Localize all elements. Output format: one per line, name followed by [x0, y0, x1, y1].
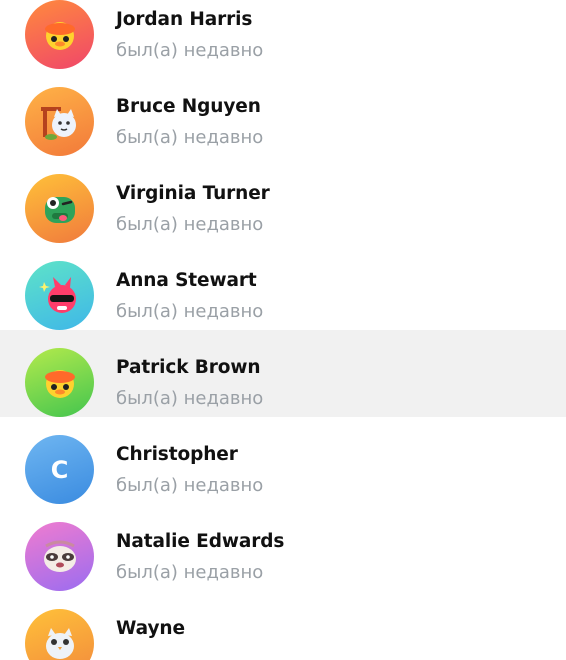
contact-row[interactable]: C Christopher был(а) недавно — [0, 417, 566, 504]
contact-row[interactable]: Wayne — [0, 591, 566, 660]
avatar: C — [25, 435, 94, 504]
avatar — [25, 261, 94, 330]
contact-name: Christopher — [116, 444, 238, 465]
raccoon-sticker-icon — [43, 540, 76, 572]
frog-sticker-icon — [44, 196, 75, 223]
avatar — [25, 174, 94, 243]
contact-name: Anna Stewart — [116, 270, 257, 291]
contact-row[interactable]: Jordan Harris был(а) недавно — [0, 0, 566, 69]
contact-row[interactable]: Anna Stewart был(а) недавно — [0, 243, 566, 330]
duck-sticker-icon — [44, 369, 75, 398]
avatar — [25, 0, 94, 69]
avatar — [25, 522, 94, 591]
contact-status: был(а) недавно — [116, 214, 264, 235]
contact-status: был(а) недавно — [116, 475, 264, 496]
cat-sticker-icon — [40, 106, 76, 140]
contact-row[interactable]: Natalie Edwards был(а) недавно — [0, 504, 566, 591]
contact-name: Natalie Edwards — [116, 531, 285, 552]
owl-sticker-icon — [45, 627, 74, 659]
contact-name: Bruce Nguyen — [116, 96, 261, 117]
contact-status: был(а) недавно — [116, 40, 264, 61]
contact-name: Patrick Brown — [116, 357, 261, 378]
avatar — [25, 609, 94, 660]
contact-status: был(а) недавно — [116, 301, 264, 322]
contact-name: Jordan Harris — [116, 9, 253, 30]
contact-status: был(а) недавно — [116, 127, 264, 148]
contact-status: был(а) недавно — [116, 388, 264, 409]
contact-name: Wayne — [116, 618, 185, 639]
avatar-initial: C — [50, 455, 69, 484]
contact-status: был(а) недавно — [116, 562, 264, 583]
contact-row-selected[interactable]: Patrick Brown был(а) недавно — [0, 330, 566, 417]
pink-creature-sticker-icon — [38, 276, 76, 313]
contact-list: Jordan Harris был(а) недавно Bruce Nguye… — [0, 0, 566, 660]
avatar — [25, 348, 94, 417]
contact-row[interactable]: Virginia Turner был(а) недавно — [0, 156, 566, 243]
duck-sticker-icon — [44, 21, 75, 50]
avatar — [25, 87, 94, 156]
contact-name: Virginia Turner — [116, 183, 270, 204]
contact-row[interactable]: Bruce Nguyen был(а) недавно — [0, 69, 566, 156]
